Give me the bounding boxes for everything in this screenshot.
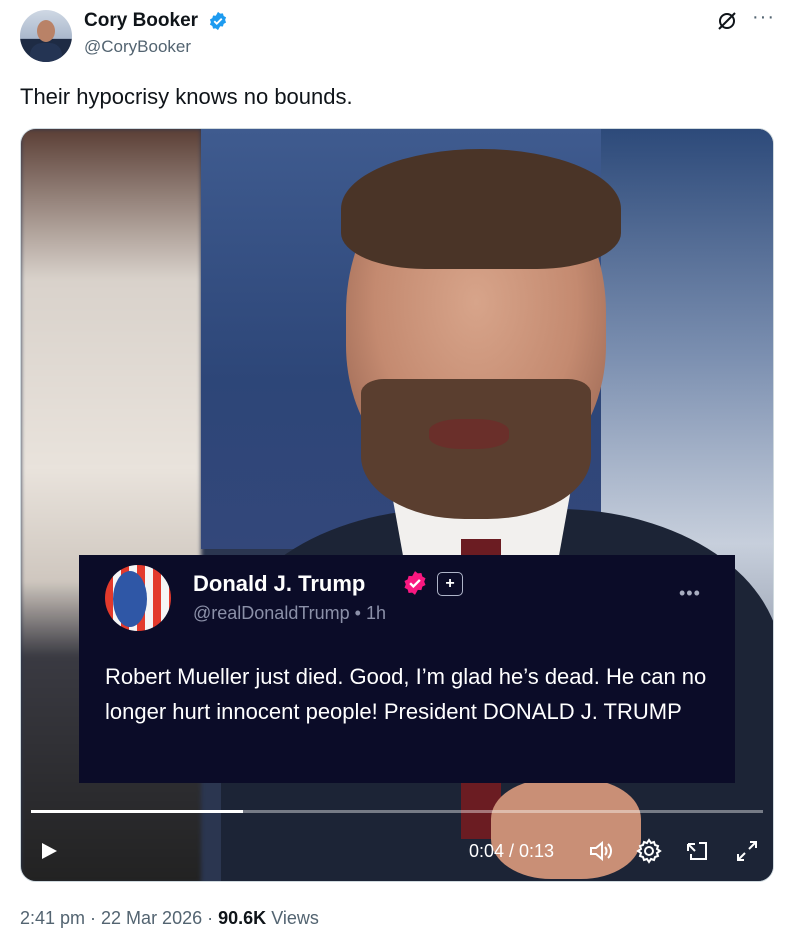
- views-label: Views: [271, 908, 319, 928]
- tweet-timestamp[interactable]: 2:41 pm · 22 Mar 2026 ·: [20, 908, 213, 928]
- video-time: 0:04 / 0:13: [469, 841, 555, 861]
- video-progress-fill: [31, 810, 244, 813]
- video-person-beard: [361, 379, 591, 519]
- tweet-text: Their hypocrisy knows no bounds.: [20, 84, 353, 109]
- fullscreen-icon[interactable]: [733, 835, 761, 867]
- verified-badge-icon: [404, 571, 426, 595]
- more-options-icon[interactable]: ···: [752, 6, 775, 29]
- author-avatar[interactable]: [20, 10, 72, 62]
- embedded-post-handle: @realDonaldTrump • 1h: [193, 603, 386, 623]
- embedded-more-icon: •••: [679, 583, 701, 603]
- embedded-post-card: Donald J. Trump + @realDonaldTrump • 1h …: [79, 555, 735, 783]
- picture-in-picture-icon[interactable]: [683, 835, 711, 867]
- embedded-post-avatar: [105, 565, 171, 631]
- video-person-hair: [341, 149, 621, 269]
- author-handle[interactable]: @CoryBooker: [84, 37, 191, 57]
- grok-icon[interactable]: [715, 9, 739, 33]
- views-count: 90.6K: [218, 908, 267, 928]
- video-player[interactable]: Donald J. Trump + @realDonaldTrump • 1h …: [20, 128, 774, 882]
- embedded-post-name: Donald J. Trump: [193, 571, 366, 596]
- verified-badge-icon: [209, 11, 227, 31]
- video-person-hands: [491, 779, 641, 879]
- embedded-post-body: Robert Mueller just died. Good, I’m glad…: [105, 664, 707, 724]
- video-progress-bar[interactable]: [31, 810, 763, 813]
- author-name[interactable]: Cory Booker: [84, 10, 198, 32]
- settings-gear-icon[interactable]: [635, 835, 663, 867]
- video-person-mouth: [429, 419, 509, 449]
- play-icon[interactable]: [37, 835, 61, 867]
- plus-icon: +: [437, 572, 463, 596]
- volume-icon[interactable]: [587, 835, 615, 867]
- tweet-footer: 2:41 pm · 22 Mar 2026 · 90.6K Views: [20, 908, 319, 929]
